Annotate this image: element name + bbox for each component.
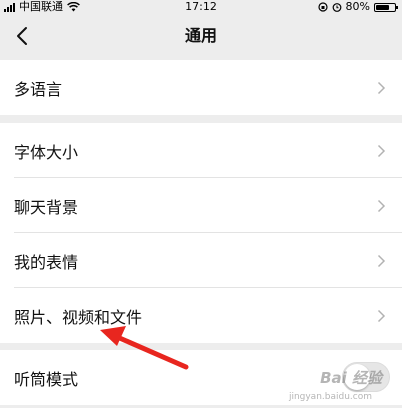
chevron-right-icon xyxy=(377,81,386,94)
settings-item-stickers[interactable]: 我的表情 xyxy=(0,233,402,288)
chevron-right-icon xyxy=(377,254,386,267)
settings-item-label: 听筒模式 xyxy=(14,369,79,389)
orientation-lock-icon xyxy=(317,2,328,12)
settings-group-earpiece: 听筒模式 xyxy=(0,350,402,405)
back-button[interactable] xyxy=(6,20,38,52)
status-right: 80% xyxy=(317,0,398,14)
battery-percent: 80% xyxy=(345,0,370,13)
settings-item-label: 多语言 xyxy=(14,79,63,99)
battery-icon xyxy=(374,2,398,12)
toggle-knob xyxy=(344,364,370,390)
earpiece-mode-toggle[interactable] xyxy=(342,362,390,392)
settings-item-font-size[interactable]: 字体大小 xyxy=(0,123,402,178)
settings-group-language: 多语言 xyxy=(0,60,402,115)
nav-bar: 通用 xyxy=(0,14,402,58)
chevron-left-icon xyxy=(17,27,27,45)
page-title: 通用 xyxy=(184,26,217,45)
chevron-right-icon xyxy=(377,199,386,212)
settings-item-label: 我的表情 xyxy=(14,252,79,272)
settings-item-photos-videos-files[interactable]: 照片、视频和文件 xyxy=(0,288,402,343)
settings-item-chat-background[interactable]: 聊天背景 xyxy=(0,178,402,233)
status-bar: 中国联通 17:12 80% xyxy=(0,0,402,14)
settings-item-label: 聊天背景 xyxy=(14,197,79,217)
settings-item-language[interactable]: 多语言 xyxy=(0,60,402,115)
chevron-right-icon xyxy=(377,309,386,322)
settings-item-earpiece-mode: 听筒模式 xyxy=(0,350,402,405)
settings-group-display: 字体大小 聊天背景 我的表情 照片、视频和文件 xyxy=(0,123,402,343)
chevron-right-icon xyxy=(377,144,386,157)
settings-item-label: 照片、视频和文件 xyxy=(14,307,143,327)
alarm-icon xyxy=(332,3,341,12)
settings-item-label: 字体大小 xyxy=(14,142,79,162)
